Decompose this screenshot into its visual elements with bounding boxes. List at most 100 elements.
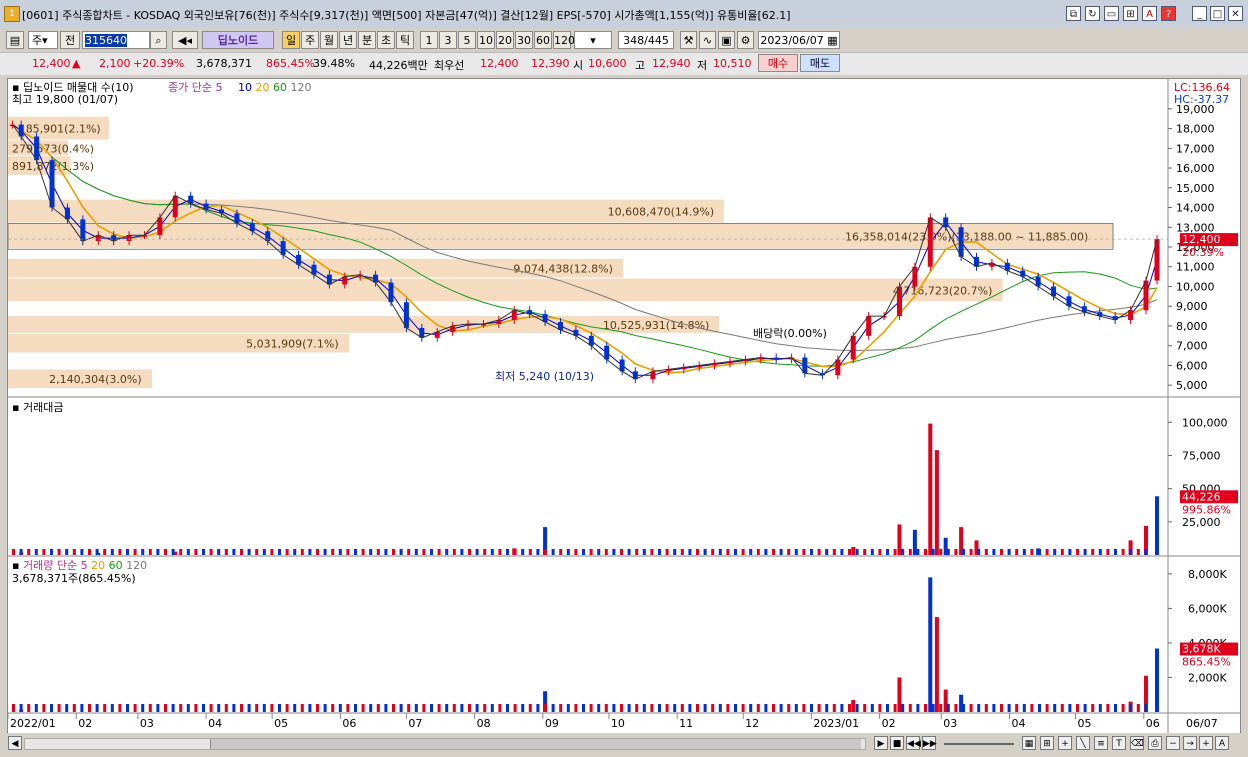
timeframe-tab-4[interactable]: 분 <box>358 31 376 49</box>
volume-tick-label: 6,000K <box>1188 602 1227 615</box>
step-button-60[interactable]: 60 <box>534 31 552 49</box>
date-input[interactable]: 2023/06/07 ▦ <box>758 31 840 49</box>
volume-bar-small <box>346 704 350 712</box>
arrow-right-icon[interactable]: → <box>1183 736 1197 750</box>
step-button-20[interactable]: 20 <box>496 31 514 49</box>
forward-icon[interactable]: ▶▶ <box>922 736 937 750</box>
low-price: 10,510 <box>713 57 752 70</box>
scroll-left-icon[interactable]: ◀ <box>8 736 22 750</box>
chart-area[interactable]: 5,000 6,000 7,000 8,000 9,000 10,000 11,000 12,… <box>7 78 1241 735</box>
price-tick-label: 15,000 <box>1176 182 1215 195</box>
stop-icon[interactable]: ■ <box>890 736 904 750</box>
timeframe-tab-6[interactable]: 틱 <box>396 31 414 49</box>
amount-bar-small <box>331 549 335 555</box>
code-value: 315640 <box>85 34 127 47</box>
volume-bar-small <box>331 704 335 712</box>
prev-button[interactable]: 전 <box>60 31 80 49</box>
amount-bar-small <box>1121 549 1125 555</box>
amount-bar-small <box>680 549 684 555</box>
help-icon[interactable]: ? <box>1161 6 1176 21</box>
zoom-in-icon[interactable]: + <box>1199 736 1213 750</box>
font-size-icon[interactable]: A <box>1215 736 1229 750</box>
play-icon[interactable]: ▶ <box>874 736 888 750</box>
indicator-icon[interactable]: ∿ <box>699 31 716 49</box>
save-icon[interactable]: ▣ <box>718 31 735 49</box>
maximize-button[interactable]: □ <box>1210 6 1225 21</box>
rewind-icon[interactable]: ◀◀ <box>906 736 921 750</box>
buy-button[interactable]: 매수 <box>758 54 798 72</box>
amount-bar-small <box>1076 549 1079 555</box>
step-input[interactable]: ▾ <box>574 31 612 49</box>
volume-bar-small <box>460 704 464 712</box>
amount-bar-small <box>574 549 578 555</box>
step-button-120[interactable]: 120 <box>553 31 575 49</box>
fib-tool-icon[interactable]: ≡ <box>1094 736 1108 750</box>
crosshair-icon[interactable]: + <box>1058 736 1072 750</box>
amount-bar <box>934 450 939 555</box>
minimize-button[interactable]: _ <box>1192 6 1207 21</box>
font-icon[interactable]: A <box>1142 6 1157 21</box>
print-icon[interactable]: ⎙ <box>1148 736 1162 750</box>
x-tick-label: 10 <box>611 717 625 730</box>
amount-bar-small <box>916 549 920 555</box>
timeframe-tab-1[interactable]: 주 <box>301 31 319 49</box>
eraser-icon[interactable]: ⌫ <box>1130 736 1144 750</box>
pin-icon[interactable]: ⊞ <box>1123 6 1138 21</box>
tool-icon[interactable]: ⚒ <box>680 31 697 49</box>
volume-bar-small <box>103 704 107 712</box>
stock-name-button[interactable]: 딥노이드 <box>202 31 274 49</box>
link-icon[interactable]: ⧉ <box>1066 6 1081 21</box>
timeframe-tab-3[interactable]: 년 <box>339 31 357 49</box>
screen-icon[interactable]: ▭ <box>1104 6 1119 21</box>
settings-icon[interactable]: ⚙ <box>737 31 754 49</box>
volume-bar-small <box>270 704 274 712</box>
menu-icon[interactable]: ▤ <box>6 31 24 49</box>
amount-bar-small <box>460 549 464 555</box>
amount-bar <box>851 547 856 555</box>
volume-bar-small <box>916 704 920 712</box>
volume-bar-small <box>278 704 281 712</box>
amount-bar-small <box>240 549 243 555</box>
search-icon[interactable]: ⌕ <box>150 31 167 49</box>
scrollbar-track[interactable] <box>24 738 866 750</box>
step-button-5[interactable]: 5 <box>458 31 476 49</box>
close-button[interactable]: ✕ <box>1228 6 1243 21</box>
volume-bar-small <box>1098 704 1102 712</box>
step-button-1[interactable]: 1 <box>420 31 438 49</box>
amount-bar <box>928 423 933 555</box>
sell-button[interactable]: 매도 <box>800 54 840 72</box>
amount-bar-small <box>164 549 167 555</box>
step-button-3[interactable]: 3 <box>439 31 457 49</box>
volume-bar-small <box>962 704 965 712</box>
volume-bar-small <box>148 704 152 712</box>
zoom-slider[interactable] <box>944 743 1014 745</box>
title-bar: 1 [0601] 주식종합차트 - KOSDAQ 외국인보유[76(천)] 주식… <box>0 0 1248 29</box>
volume-bar-small <box>726 704 730 712</box>
layout-icon[interactable]: ▦ <box>1022 736 1036 750</box>
volume-bar-small <box>1000 704 1003 712</box>
grid-icon[interactable]: ⊞ <box>1040 736 1054 750</box>
code-input[interactable]: 315640 <box>82 31 150 49</box>
volume-bar-small <box>361 704 365 712</box>
volume-bar-small <box>240 704 243 712</box>
volume-bar <box>934 617 939 712</box>
x-tick-label: 02 <box>78 717 92 730</box>
period-select[interactable]: 주▾ <box>28 31 58 49</box>
timeframe-tab-5[interactable]: 초 <box>377 31 395 49</box>
scrollbar-thumb[interactable] <box>210 739 861 749</box>
refresh-icon[interactable]: ↻ <box>1085 6 1100 21</box>
step-button-10[interactable]: 10 <box>477 31 495 49</box>
volume-bar-small <box>232 704 236 712</box>
speaker-icon[interactable]: ◀◂ <box>172 31 198 49</box>
timeframe-tab-2[interactable]: 월 <box>320 31 338 49</box>
amount-bar <box>912 529 917 555</box>
line-tool-icon[interactable]: ╲ <box>1076 736 1090 750</box>
price-tick-label: 18,000 <box>1176 123 1215 136</box>
text-tool-icon[interactable]: T <box>1112 736 1126 750</box>
timeframe-tab-0[interactable]: 일 <box>282 31 300 49</box>
chart-svg[interactable]: 5,000 6,000 7,000 8,000 9,000 10,000 11,000 12,… <box>7 79 1240 734</box>
zoom-out-icon[interactable]: − <box>1166 736 1180 750</box>
volume-bar-small <box>984 704 988 712</box>
step-button-30[interactable]: 30 <box>515 31 533 49</box>
volume-bar-small <box>589 704 593 712</box>
